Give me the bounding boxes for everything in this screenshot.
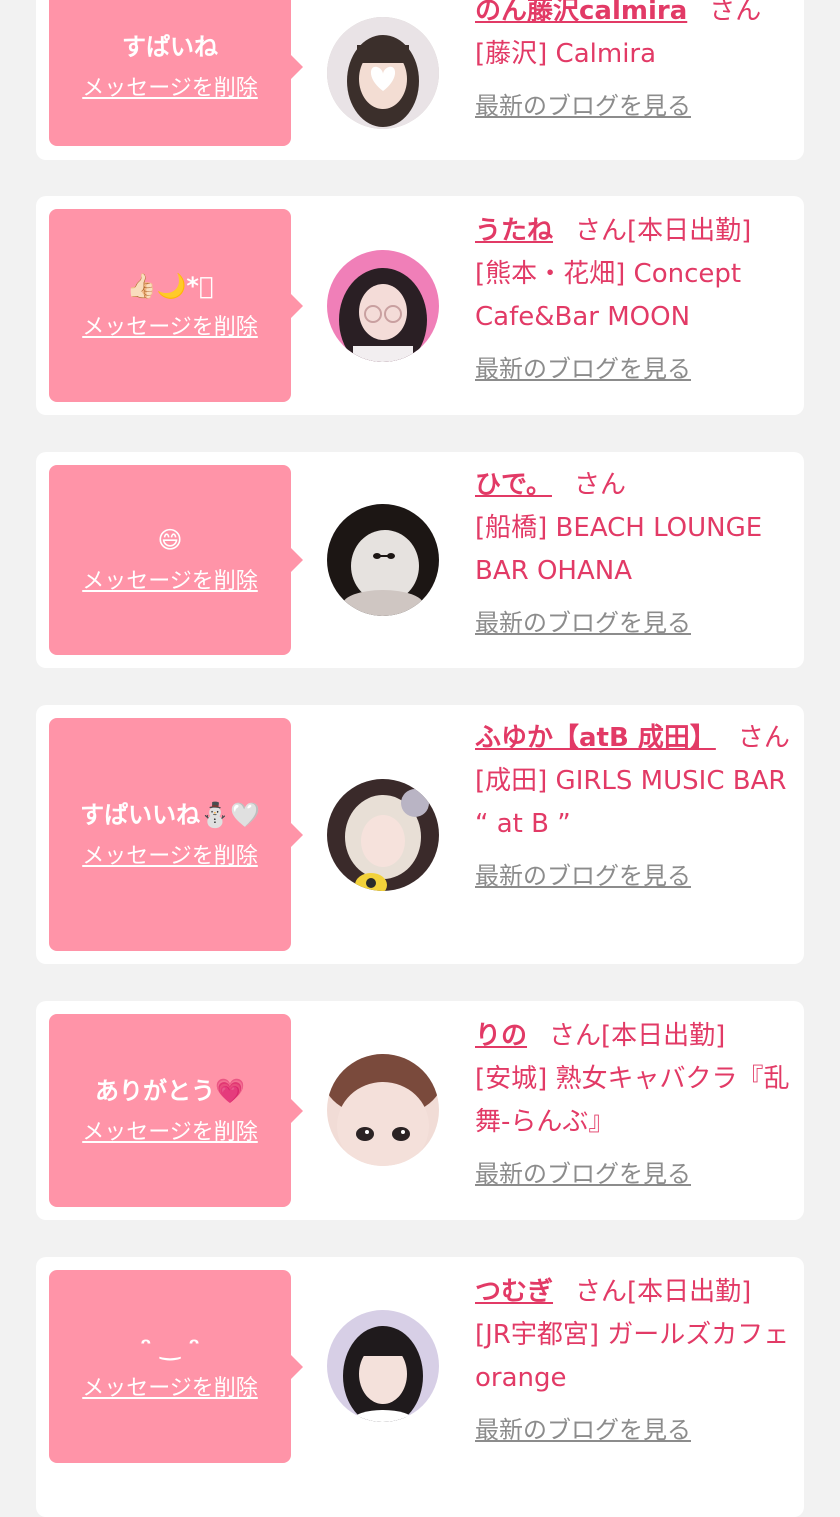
- latest-blog-link[interactable]: 最新のブログを見る: [475, 858, 691, 894]
- delete-message-link[interactable]: メッセージを削除: [82, 313, 258, 343]
- name-suffix: さん: [737, 723, 790, 753]
- message-text: ᵔ ‿ ᵔ: [140, 1332, 200, 1361]
- delete-message-link[interactable]: メッセージを削除: [82, 567, 258, 597]
- avatar[interactable]: [327, 1054, 439, 1166]
- status-label: [本日出勤]: [601, 1021, 726, 1051]
- message-text: 👍🏻🌙*ﾟ: [126, 271, 214, 300]
- cast-info: ひで。 さん [船橋] BEACH LOUNGE BAR OHANA 最新のブログ…: [475, 464, 795, 645]
- cast-name-link[interactable]: ひで。: [475, 470, 552, 500]
- name-suffix: さん: [709, 0, 762, 26]
- cast-name-link[interactable]: つむぎ: [475, 1277, 553, 1307]
- cast-info: りの さん[本日出勤] [安城] 熟女キャバクラ『乱舞-らんぶ』 最新のブログを見…: [475, 1015, 795, 1196]
- cast-info: つむぎ さん[本日出勤] [JR宇都宮] ガールズカフェ orange 最新のブロ…: [475, 1271, 795, 1452]
- name-suffix: さん: [573, 470, 626, 500]
- latest-blog-link[interactable]: 最新のブログを見る: [475, 351, 691, 387]
- cast-name-link[interactable]: りの: [475, 1021, 527, 1051]
- latest-blog-link[interactable]: 最新のブログを見る: [475, 605, 691, 641]
- name-suffix: さん: [575, 1277, 628, 1307]
- shop-name: [成田] GIRLS MUSIC BAR “ at B ”: [475, 766, 787, 839]
- name-suffix: さん: [549, 1021, 602, 1051]
- message-card: 👍🏻🌙*ﾟ メッセージを削除 うたね さん[本日出勤] [熊本・花畑] Conce…: [36, 196, 804, 415]
- delete-message-link[interactable]: メッセージを削除: [82, 1118, 258, 1148]
- delete-message-link[interactable]: メッセージを削除: [82, 74, 258, 104]
- name-line: ひで。 さん: [475, 464, 795, 507]
- latest-blog-link[interactable]: 最新のブログを見る: [475, 1156, 691, 1192]
- message-card: ありがとう💗 メッセージを削除 りの さん[本日出勤] [安城] 熟女キャバクラ『…: [36, 1001, 804, 1220]
- name-line: ふゆか【atB 成田】 さん: [475, 717, 795, 760]
- cast-info: ふゆか【atB 成田】 さん [成田] GIRLS MUSIC BAR “ at …: [475, 717, 795, 898]
- message-bubble: 😄 メッセージを削除: [49, 465, 303, 655]
- message-text: 😄: [157, 526, 183, 554]
- latest-blog-link[interactable]: 最新のブログを見る: [475, 1412, 691, 1448]
- delete-message-link[interactable]: メッセージを削除: [82, 842, 258, 872]
- cast-name-link[interactable]: のん藤沢calmira: [475, 0, 687, 26]
- status-label: [本日出勤]: [627, 1277, 752, 1307]
- name-line: りの さん[本日出勤]: [475, 1015, 795, 1058]
- message-bubble: 👍🏻🌙*ﾟ メッセージを削除: [49, 209, 303, 402]
- shop-name: [船橋] BEACH LOUNGE BAR OHANA: [475, 513, 763, 586]
- message-card: すぱいね メッセージを削除 のん藤沢calmira さん [藤沢] Calmira…: [36, 0, 804, 160]
- name-line: つむぎ さん[本日出勤]: [475, 1271, 795, 1314]
- shop-name: [藤沢] Calmira: [475, 39, 657, 69]
- avatar[interactable]: [327, 1310, 439, 1422]
- avatar[interactable]: [327, 17, 439, 129]
- status-label: [本日出勤]: [627, 216, 752, 246]
- message-text: すぱいいね⛄🤍: [80, 800, 260, 829]
- name-line: のん藤沢calmira さん: [475, 0, 795, 33]
- message-card: ᵔ ‿ ᵔ メッセージを削除 つむぎ さん[本日出勤] [JR宇都宮] ガールズカ…: [36, 1257, 804, 1517]
- message-bubble: すぱいね メッセージを削除: [49, 0, 303, 146]
- avatar[interactable]: [327, 250, 439, 362]
- shop-name: [JR宇都宮] ガールズカフェ orange: [475, 1320, 790, 1393]
- message-card: すぱいいね⛄🤍 メッセージを削除 ふゆか【atB 成田】 さん [成田] GIRL…: [36, 705, 804, 964]
- message-bubble: ありがとう💗 メッセージを削除: [49, 1014, 303, 1207]
- cast-info: うたね さん[本日出勤] [熊本・花畑] Concept Cafe&Bar MOO…: [475, 210, 795, 391]
- message-bubble: ᵔ ‿ ᵔ メッセージを削除: [49, 1270, 303, 1463]
- message-bubble: すぱいいね⛄🤍 メッセージを削除: [49, 718, 303, 951]
- name-line: うたね さん[本日出勤]: [475, 210, 795, 253]
- latest-blog-link[interactable]: 最新のブログを見る: [475, 88, 691, 124]
- cast-name-link[interactable]: ふゆか【atB 成田】: [475, 723, 716, 753]
- avatar[interactable]: [327, 504, 439, 616]
- avatar[interactable]: [327, 779, 439, 891]
- message-card: 😄 メッセージを削除 ひで。 さん [船橋] BEACH LOUNGE BAR O…: [36, 452, 804, 668]
- delete-message-link[interactable]: メッセージを削除: [82, 1374, 258, 1404]
- name-suffix: さん: [575, 216, 628, 246]
- message-text: すぱいね: [122, 32, 218, 61]
- message-text: ありがとう💗: [95, 1076, 245, 1105]
- cast-name-link[interactable]: うたね: [475, 216, 553, 246]
- cast-info: のん藤沢calmira さん [藤沢] Calmira 最新のブログを見る: [475, 0, 795, 128]
- shop-name: [熊本・花畑] Concept Cafe&Bar MOON: [475, 259, 742, 332]
- shop-name: [安城] 熟女キャバクラ『乱舞-らんぶ』: [475, 1064, 790, 1137]
